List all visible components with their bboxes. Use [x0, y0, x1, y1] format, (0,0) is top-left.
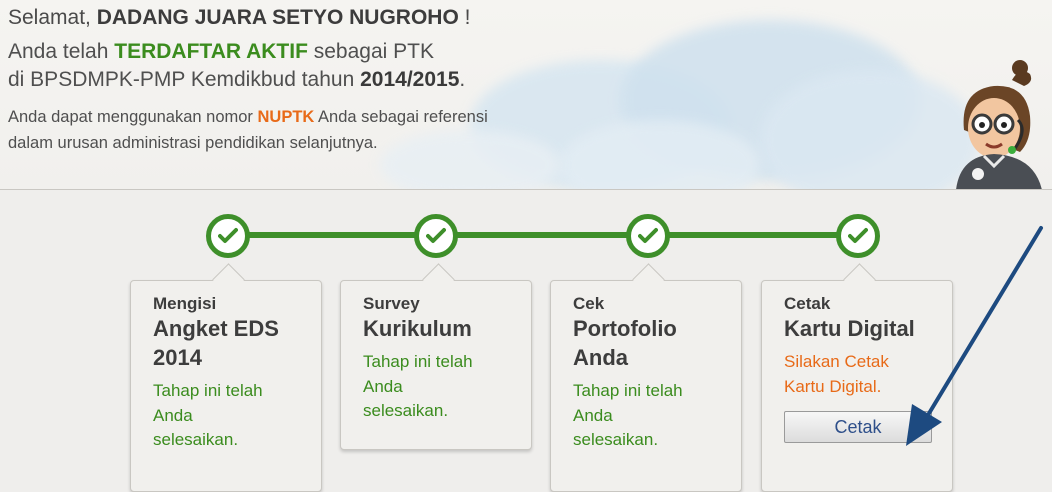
step-status-line: Anda — [153, 405, 193, 425]
step-status-line: selesaikan. — [153, 430, 239, 449]
step-node-2 — [414, 214, 458, 258]
status-prefix: Anda telah — [8, 40, 115, 63]
greeting-prefix: Selamat, — [8, 6, 97, 29]
step-status: Tahap ini telah Anda selesaikan. — [153, 379, 307, 453]
step-label: Cetak — [784, 294, 831, 313]
nuptk-highlight: NUPTK — [257, 108, 315, 126]
check-icon — [638, 228, 658, 243]
step-card-angket-eds: Mengisi Angket EDS 2014 Tahap ini telah … — [130, 263, 322, 492]
card-notch — [212, 263, 245, 296]
mascot-illustration — [956, 60, 1042, 189]
org-prefix: di BPSDMPK-PMP Kemdikbud tahun — [8, 68, 361, 91]
step-status-line: selesaikan. — [573, 430, 659, 449]
step-label: Cek — [573, 294, 605, 313]
step-label: Mengisi — [153, 294, 217, 313]
organization-line: di BPSDMPK-PMP Kemdikbud tahun 2014/2015… — [8, 68, 465, 92]
info-prefix: Anda dapat menggunakan nomor — [8, 108, 258, 126]
step-title: Anda — [573, 345, 628, 370]
step-status: Tahap ini telah Anda selesaikan. — [363, 350, 517, 424]
card-notch — [632, 263, 665, 296]
step-title: Portofolio — [573, 316, 677, 341]
step-title: Kurikulum — [363, 316, 472, 341]
greeting-suffix: ! — [458, 6, 471, 29]
info-line: Anda dapat menggunakan nomor NUPTK Anda … — [8, 108, 488, 127]
step-card-cetak-kartu: Cetak Kartu Digital Silakan Cetak Kartu … — [761, 263, 953, 492]
step-title: 2014 — [153, 345, 202, 370]
step-status-line: Anda — [573, 405, 613, 425]
card-notch — [843, 263, 876, 296]
step-title: Kartu Digital — [784, 316, 915, 341]
header-banner: Selamat, DADANG JUARA SETYO NUGROHO ! An… — [0, 0, 1052, 190]
check-icon — [426, 228, 446, 243]
step-status-line: Tahap ini telah — [363, 352, 473, 371]
user-name: DADANG JUARA SETYO NUGROHO — [96, 6, 459, 29]
step-node-1 — [206, 214, 250, 258]
cetak-button[interactable]: Cetak — [784, 411, 932, 443]
step-status: Silakan Cetak Kartu Digital. — [784, 350, 938, 399]
check-icon — [218, 228, 238, 243]
status-suffix: sebagai PTK — [307, 40, 434, 63]
step-status-line: Tahap ini telah — [573, 381, 683, 400]
progress-track — [228, 232, 858, 238]
step-status-line: Kartu Digital. — [784, 376, 882, 396]
step-status-line: selesaikan. — [363, 401, 449, 420]
check-icon — [848, 228, 868, 243]
step-node-4 — [836, 214, 880, 258]
info-line-2: dalam urusan administrasi pendidikan sel… — [8, 134, 378, 152]
year-value: 2014/2015 — [360, 68, 460, 91]
status-line: Anda telah TERDAFTAR AKTIF sebagai PTK — [8, 40, 434, 64]
step-status: Tahap ini telah Anda selesaikan. — [573, 379, 727, 453]
card-notch — [422, 263, 455, 296]
org-suffix: . — [459, 68, 466, 91]
step-status-line: Tahap ini telah — [153, 381, 263, 400]
step-label: Survey — [363, 294, 420, 313]
status-value: TERDAFTAR AKTIF — [114, 40, 308, 63]
step-card-cek-portofolio: Cek Portofolio Anda Tahap ini telah Anda… — [550, 263, 742, 492]
greeting-line: Selamat, DADANG JUARA SETYO NUGROHO ! — [8, 6, 470, 30]
step-status-line: Silakan Cetak — [784, 352, 889, 371]
step-card-survey-kurikulum: Survey Kurikulum Tahap ini telah Anda se… — [340, 263, 532, 450]
info-suffix: Anda sebagai referensi — [314, 108, 488, 126]
step-node-3 — [626, 214, 670, 258]
step-status-line: Anda — [363, 376, 403, 396]
step-title: Angket EDS — [153, 316, 279, 341]
